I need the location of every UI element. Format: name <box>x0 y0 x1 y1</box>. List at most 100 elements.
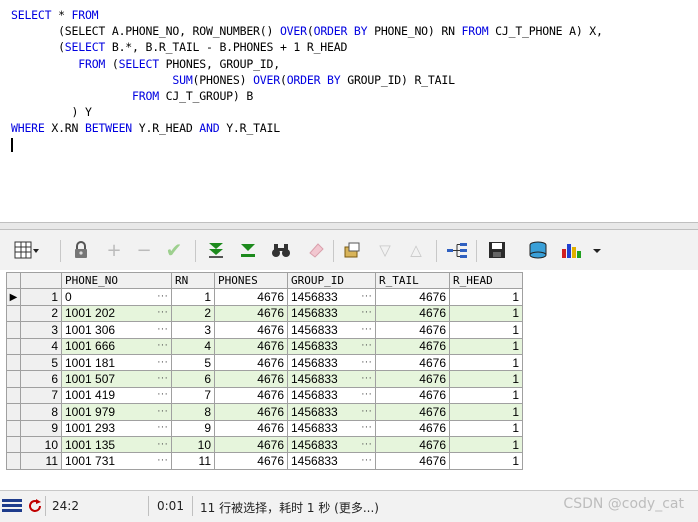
phone-no-cell[interactable]: ··· 1001 979 <box>61 403 172 421</box>
status-message[interactable]: 11 行被选择，耗时 1 秒 (更多...) <box>200 499 379 516</box>
cell-editor-button[interactable]: ··· <box>157 454 168 466</box>
save-icon[interactable] <box>486 239 508 261</box>
r-tail-cell[interactable]: 4676 <box>375 370 450 388</box>
sql-editor[interactable]: SELECT * FROM (SELECT A.PHONE_NO, ROW_NU… <box>0 0 698 222</box>
refresh-icon[interactable] <box>27 498 43 514</box>
phones-cell[interactable]: 4676 <box>214 403 288 421</box>
phone-no-cell[interactable]: ··· 1001 293 <box>61 419 172 437</box>
cell-editor-button[interactable]: ··· <box>361 388 372 400</box>
table-row[interactable]: 5 ··· 1001 181 5 4676 ··· 1456833 4676 1 <box>6 353 523 372</box>
phone-no-cell[interactable]: ··· 1001 731 <box>61 452 172 470</box>
column-header-r-tail[interactable]: R_TAIL <box>375 271 450 290</box>
rn-cell[interactable]: 1 <box>171 288 215 306</box>
row-number-cell[interactable]: 2 <box>20 304 62 323</box>
group-id-cell[interactable]: ··· 1456833 <box>287 452 376 470</box>
phones-cell[interactable]: 4676 <box>214 435 288 454</box>
current-row-indicator[interactable]: ▶ <box>6 288 21 306</box>
query-plan-icon[interactable] <box>446 239 468 261</box>
rn-cell[interactable]: 2 <box>171 304 215 323</box>
r-head-cell[interactable]: 1 <box>449 337 523 355</box>
phone-no-cell[interactable]: ··· 1001 419 <box>61 386 172 405</box>
phone-no-cell[interactable]: ··· 1001 135 <box>61 435 172 454</box>
previous-up-icon[interactable]: △ <box>405 239 427 261</box>
r-tail-cell[interactable]: 4676 <box>375 304 450 323</box>
r-head-cell[interactable]: 1 <box>449 288 523 306</box>
row-number-cell[interactable]: 4 <box>20 337 62 355</box>
row-number-cell[interactable]: 3 <box>20 321 62 339</box>
phone-no-cell[interactable]: ··· 1001 306 <box>61 321 172 339</box>
add-row-icon[interactable]: + <box>103 239 125 261</box>
phones-cell[interactable]: 4676 <box>214 353 288 372</box>
group-id-cell[interactable]: ··· 1456833 <box>287 304 376 323</box>
r-head-cell[interactable]: 1 <box>449 353 523 372</box>
row-indicator[interactable] <box>6 435 21 454</box>
cell-editor-button[interactable]: ··· <box>157 388 168 400</box>
row-number-cell[interactable]: 1 <box>20 288 62 306</box>
rn-cell[interactable]: 5 <box>171 353 215 372</box>
cell-editor-button[interactable]: ··· <box>361 290 372 302</box>
column-header-r-head[interactable]: R_HEAD <box>449 271 523 290</box>
table-row[interactable]: 3 ··· 1001 306 3 4676 ··· 1456833 4676 1 <box>6 321 523 339</box>
phones-cell[interactable]: 4676 <box>214 337 288 355</box>
fetch-next-icon[interactable] <box>205 239 227 261</box>
cell-editor-button[interactable]: ··· <box>157 372 168 384</box>
column-header-group-id[interactable]: GROUP_ID <box>287 271 376 290</box>
r-tail-cell[interactable]: 4676 <box>375 403 450 421</box>
table-row[interactable]: 8 ··· 1001 979 8 4676 ··· 1456833 4676 1 <box>6 403 523 421</box>
r-head-cell[interactable]: 1 <box>449 321 523 339</box>
r-tail-cell[interactable]: 4676 <box>375 435 450 454</box>
cell-editor-button[interactable]: ··· <box>361 421 372 433</box>
table-row[interactable]: 4 ··· 1001 666 4 4676 ··· 1456833 4676 1 <box>6 337 523 355</box>
r-head-cell[interactable]: 1 <box>449 370 523 388</box>
rn-cell[interactable]: 6 <box>171 370 215 388</box>
find-binoculars-icon[interactable] <box>270 239 292 261</box>
table-row[interactable]: 11 ··· 1001 731 11 4676 ··· 1456833 4676 1 <box>6 452 523 470</box>
r-tail-cell[interactable]: 4676 <box>375 386 450 405</box>
phones-cell[interactable]: 4676 <box>214 452 288 470</box>
row-indicator[interactable] <box>6 321 21 339</box>
rn-cell[interactable]: 11 <box>171 452 215 470</box>
cell-editor-button[interactable]: ··· <box>157 306 168 318</box>
phones-cell[interactable]: 4676 <box>214 419 288 437</box>
cell-editor-button[interactable]: ··· <box>157 421 168 433</box>
phones-cell[interactable]: 4676 <box>214 304 288 323</box>
row-number-cell[interactable]: 6 <box>20 370 62 388</box>
r-head-cell[interactable]: 1 <box>449 435 523 454</box>
row-indicator[interactable] <box>6 353 21 372</box>
cell-editor-button[interactable]: ··· <box>361 356 372 368</box>
group-id-cell[interactable]: ··· 1456833 <box>287 337 376 355</box>
pane-splitter[interactable] <box>0 222 698 230</box>
grid-layout-icon[interactable] <box>12 239 42 261</box>
phone-no-cell[interactable]: ··· 1001 507 <box>61 370 172 388</box>
post-changes-icon[interactable]: ✔ <box>163 238 185 262</box>
cell-editor-button[interactable]: ··· <box>157 356 168 368</box>
phone-no-cell[interactable]: ··· 1001 202 <box>61 304 172 323</box>
table-row[interactable]: 9 ··· 1001 293 9 4676 ··· 1456833 4676 1 <box>6 419 523 437</box>
export-icon[interactable] <box>342 239 364 261</box>
phones-cell[interactable]: 4676 <box>214 321 288 339</box>
column-header-phones[interactable]: PHONES <box>214 271 288 290</box>
rn-cell[interactable]: 8 <box>171 403 215 421</box>
cell-editor-button[interactable]: ··· <box>361 323 372 335</box>
row-indicator[interactable] <box>6 304 21 323</box>
column-header-rn[interactable]: RN <box>171 271 215 290</box>
cell-editor-button[interactable]: ··· <box>157 405 168 417</box>
table-row[interactable]: 7 ··· 1001 419 7 4676 ··· 1456833 4676 1 <box>6 386 523 405</box>
row-indicator[interactable] <box>6 452 21 470</box>
row-number-cell[interactable]: 11 <box>20 452 62 470</box>
phone-no-cell[interactable]: ··· 1001 666 <box>61 337 172 355</box>
group-id-cell[interactable]: ··· 1456833 <box>287 353 376 372</box>
cell-editor-button[interactable]: ··· <box>361 306 372 318</box>
cell-editor-button[interactable]: ··· <box>361 339 372 351</box>
cell-editor-button[interactable]: ··· <box>157 290 168 302</box>
database-icon[interactable] <box>527 239 549 261</box>
r-head-cell[interactable]: 1 <box>449 403 523 421</box>
r-head-cell[interactable]: 1 <box>449 452 523 470</box>
rn-cell[interactable]: 7 <box>171 386 215 405</box>
row-indicator[interactable] <box>6 386 21 405</box>
cell-editor-button[interactable]: ··· <box>157 323 168 335</box>
row-number-cell[interactable]: 5 <box>20 353 62 372</box>
r-tail-cell[interactable]: 4676 <box>375 419 450 437</box>
row-number-cell[interactable]: 8 <box>20 403 62 421</box>
row-number-cell[interactable]: 10 <box>20 435 62 454</box>
